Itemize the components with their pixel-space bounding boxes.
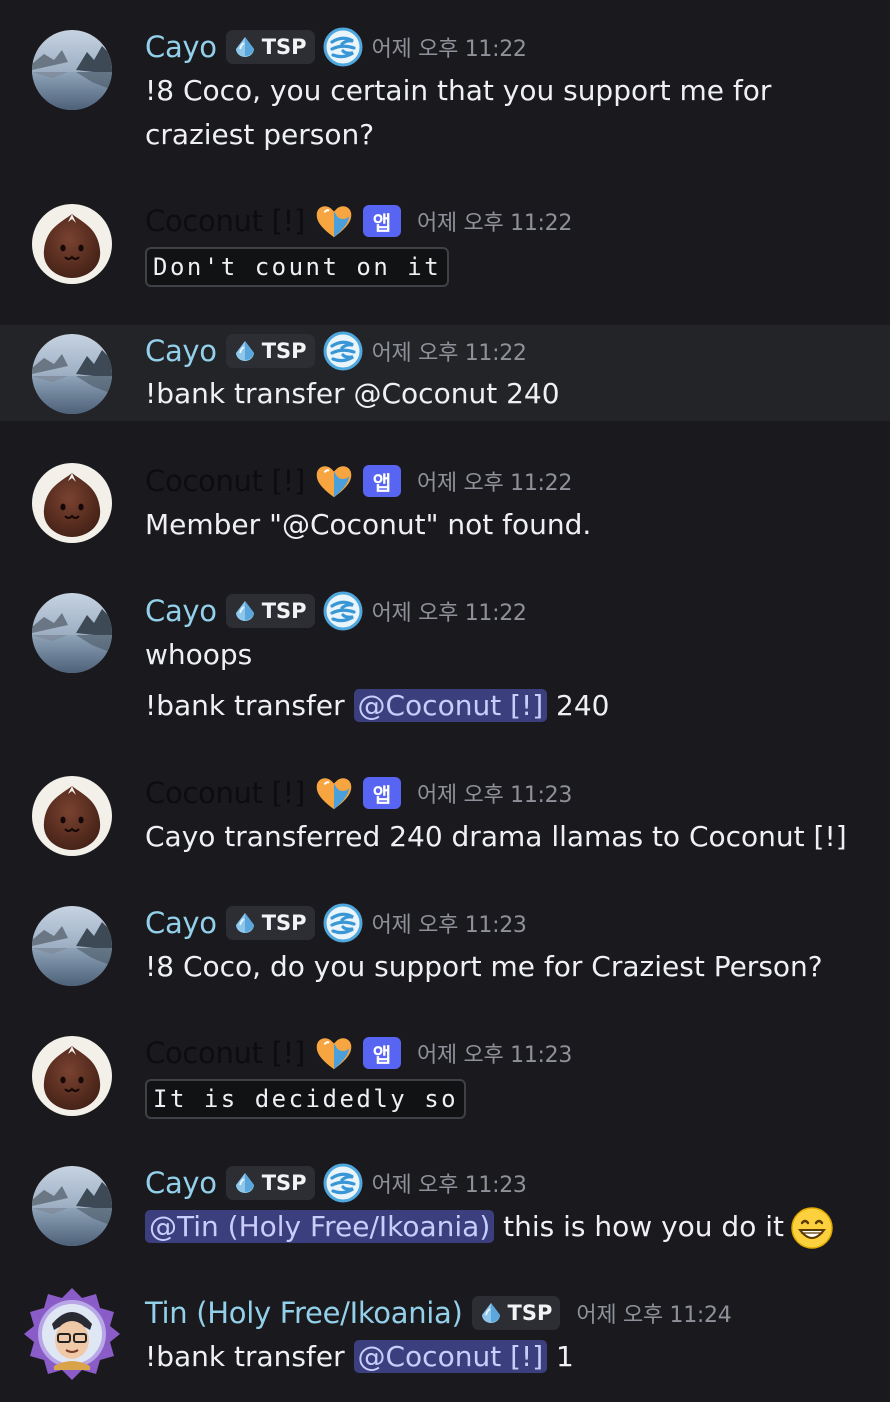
message-text: !bank transfer @Coconut 240 (145, 377, 560, 410)
user-mention[interactable]: @Coconut [!] (353, 689, 548, 722)
message-cayo-2: Cayo TSP 어제 오후 11:22 !bank transfer @Coc… (0, 325, 890, 421)
server-tag[interactable]: TSP (225, 594, 315, 628)
timestamp: 어제 오후 11:22 (371, 601, 527, 626)
tin-avatar[interactable] (24, 1286, 120, 1382)
message-text: craziest person? (145, 118, 375, 151)
code-block: It is decidedly so (145, 1079, 467, 1119)
author-name[interactable]: Cayo (145, 30, 217, 64)
timestamp: 어제 오후 11:23 (371, 1173, 527, 1198)
drop-icon (232, 1170, 258, 1196)
message-coconut-3: Coconut [!] 앱 어제 오후 11:23 Cayo transferr… (0, 756, 890, 886)
cayo-avatar[interactable] (32, 334, 112, 414)
app-badge: 앱 (362, 1037, 401, 1069)
drop-icon (232, 338, 258, 364)
author-name[interactable]: Coconut [!] (145, 1036, 305, 1070)
message-coconut-2: Coconut [!] 앱 어제 오후 11:22 Member "@Cocon… (0, 421, 890, 571)
user-mention[interactable]: @Coconut [!] (353, 1340, 548, 1373)
author-name[interactable]: Cayo (145, 1166, 217, 1200)
code-block: Don't count on it (145, 247, 450, 287)
coconut-avatar[interactable] (32, 776, 112, 856)
author-name[interactable]: Tin (Holy Free/Ikoania) (145, 1296, 463, 1330)
timestamp: 어제 오후 11:22 (371, 341, 527, 366)
drop-icon (232, 910, 258, 936)
drop-icon (232, 34, 258, 60)
drop-icon (478, 1300, 504, 1326)
swirl-role-icon[interactable] (323, 591, 363, 631)
heart-role-icon[interactable] (313, 460, 355, 502)
server-tag[interactable]: TSP (225, 1166, 315, 1200)
app-badge: 앱 (362, 777, 401, 809)
message-text: whoops (145, 638, 253, 671)
swirl-role-icon[interactable] (323, 903, 363, 943)
server-tag[interactable]: TSP (225, 30, 315, 64)
timestamp: 어제 오후 11:22 (371, 37, 527, 62)
author-name[interactable]: Cayo (145, 906, 217, 940)
coconut-avatar[interactable] (32, 204, 112, 284)
message-coconut-4: Coconut [!] 앱 어제 오후 11:23 It is decidedl… (0, 1016, 890, 1146)
author-name[interactable]: Coconut [!] (145, 464, 305, 498)
message-cayo-1: Cayo TSP 어제 오후 11:22 !8 Coco, you certai… (0, 0, 890, 170)
timestamp: 어제 오후 11:23 (416, 783, 573, 808)
author-name[interactable]: Coconut [!] (145, 204, 305, 238)
heart-role-icon[interactable] (313, 1032, 355, 1074)
heart-role-icon[interactable] (313, 200, 355, 242)
coconut-avatar[interactable] (32, 1036, 112, 1116)
cayo-avatar[interactable] (32, 1166, 112, 1246)
server-tag[interactable]: TSP (471, 1296, 561, 1330)
cayo-avatar[interactable] (32, 30, 112, 110)
server-tag[interactable]: TSP (225, 334, 315, 368)
author-name[interactable]: Cayo (145, 334, 217, 368)
swirl-role-icon[interactable] (323, 27, 363, 67)
swirl-role-icon[interactable] (323, 1163, 363, 1203)
user-mention[interactable]: @Tin (Holy Free/Ikoania) (145, 1210, 495, 1243)
app-badge: 앱 (362, 205, 401, 237)
swirl-role-icon[interactable] (323, 331, 363, 371)
message-tin-1: Tin (Holy Free/Ikoania) TSP 어제 오후 11:24 … (0, 1276, 890, 1402)
message-coconut-1: Coconut [!] 앱 어제 오후 11:22 Don't count on… (0, 170, 890, 325)
message-cayo-5: Cayo TSP 어제 오후 11:23 @Tin (Holy Free/Iko… (0, 1146, 890, 1276)
server-tag[interactable]: TSP (225, 906, 315, 940)
message-text: !8 Coco, you certain that you support me… (145, 74, 772, 107)
message-text: Cayo transferred 240 drama llamas to Coc… (145, 820, 847, 853)
heart-role-icon[interactable] (313, 772, 355, 814)
message-cayo-4: Cayo TSP 어제 오후 11:23 !8 Coco, do you sup… (0, 886, 890, 1016)
app-badge: 앱 (362, 465, 401, 497)
message-text: !bank transfer @Coconut [!] 1 (145, 1340, 574, 1373)
cayo-avatar[interactable] (32, 593, 112, 673)
coconut-avatar[interactable] (32, 463, 112, 543)
author-name[interactable]: Cayo (145, 594, 217, 628)
message-text: @Tin (Holy Free/Ikoania) this is how you… (145, 1205, 834, 1250)
cayo-avatar[interactable] (32, 906, 112, 986)
timestamp: 어제 오후 11:22 (416, 471, 573, 496)
author-name[interactable]: Coconut [!] (145, 776, 305, 810)
message-cayo-3: Cayo TSP 어제 오후 11:22 whoops !bank transf… (0, 571, 890, 756)
message-text: Member "@Coconut" not found. (145, 508, 592, 541)
timestamp: 어제 오후 11:23 (416, 1043, 573, 1068)
message-text: !bank transfer @Coconut [!] 240 (145, 689, 610, 722)
grinning-face-emoji-icon (791, 1207, 833, 1249)
drop-icon (232, 598, 258, 624)
timestamp: 어제 오후 11:23 (371, 913, 527, 938)
timestamp: 어제 오후 11:22 (416, 211, 573, 236)
message-text: !8 Coco, do you support me for Craziest … (145, 950, 823, 983)
timestamp: 어제 오후 11:24 (576, 1303, 732, 1328)
